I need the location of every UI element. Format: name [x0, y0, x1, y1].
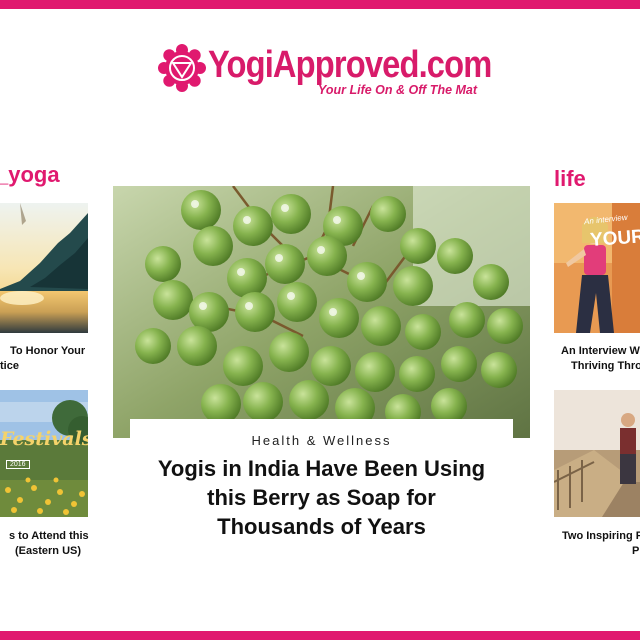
lotus-chakra-icon — [158, 44, 206, 92]
site-tagline: Your Life On & Off The Mat — [318, 83, 478, 97]
boardwalk-woman-image — [554, 390, 640, 517]
bottom-accent-bar — [0, 631, 640, 640]
article-caption-3-line2[interactable]: Thriving Thro — [571, 359, 640, 374]
article-thumbnail-lake[interactable] — [0, 203, 88, 333]
featured-article-category[interactable]: Health & Wellness — [130, 433, 513, 448]
featured-title-line-1[interactable]: Yogis in India Have Been Using — [130, 454, 513, 483]
festival-field-image — [0, 390, 88, 517]
featured-article-image[interactable] — [113, 186, 530, 438]
article-caption-1-line1[interactable]: To Honor Your — [10, 344, 85, 359]
top-accent-bar — [0, 0, 640, 9]
featured-article-card[interactable]: Health & Wellness Yogis in India Have Be… — [130, 419, 513, 559]
lake-sunset-image — [0, 203, 88, 333]
article-caption-3-line1[interactable]: An Interview W — [561, 344, 640, 359]
article-caption-4-line2[interactable]: P — [632, 544, 639, 559]
article-caption-1-line2[interactable]: tice — [0, 359, 19, 374]
article-caption-2-line2[interactable]: (Eastern US) — [15, 544, 81, 559]
site-logo-text[interactable]: YogiApproved.com — [208, 44, 492, 87]
category-heading-right[interactable]: life — [554, 166, 586, 192]
featured-title-line-3[interactable]: Thousands of Years — [130, 512, 513, 541]
festivals-image-label: Festivals — [0, 428, 88, 450]
article-caption-2-line1[interactable]: s to Attend this — [9, 529, 89, 544]
featured-article-title[interactable]: Yogis in India Have Been Using this Berr… — [130, 454, 513, 541]
article-thumbnail-interview[interactable]: An interview YOUR BE — [554, 203, 640, 333]
festivals-image-year: 2016 — [6, 460, 30, 469]
featured-title-line-2[interactable]: this Berry as Soap for — [130, 483, 513, 512]
article-caption-4-line1[interactable]: Two Inspiring P — [562, 529, 640, 544]
category-heading-left[interactable]: _yoga — [0, 162, 60, 188]
green-berries-image — [113, 186, 530, 438]
article-thumbnail-festivals[interactable]: Festivals 2016 — [0, 390, 88, 517]
site-header[interactable]: YogiApproved.com Your Life On & Off The … — [158, 40, 492, 104]
article-thumbnail-boardwalk[interactable] — [554, 390, 640, 517]
